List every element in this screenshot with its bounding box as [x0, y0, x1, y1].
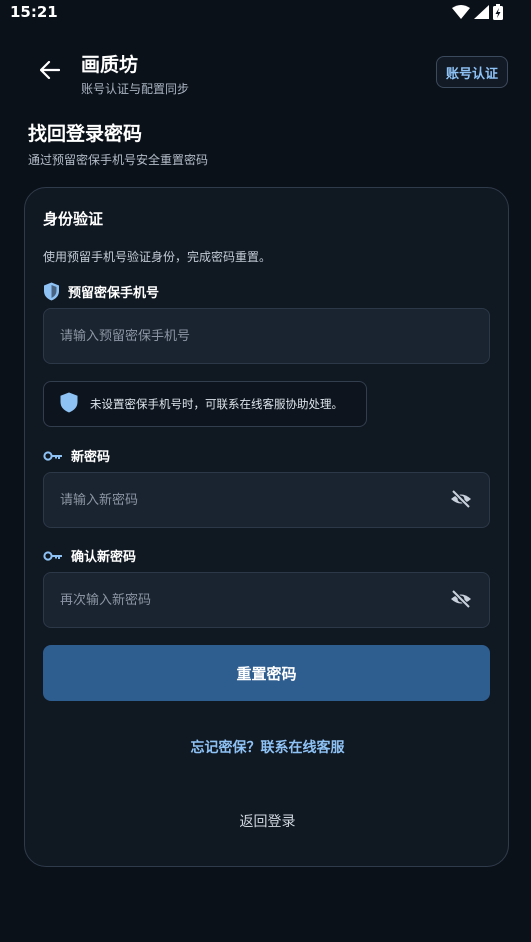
- app-subtitle: 账号认证与配置同步: [81, 82, 190, 96]
- back-button[interactable]: [36, 58, 64, 86]
- new-password-input-container: [43, 472, 490, 528]
- toggle-visibility-button[interactable]: [449, 489, 473, 513]
- account-verify-button[interactable]: 账号认证: [436, 56, 508, 88]
- new-password-label: 新密码: [43, 446, 110, 465]
- arrow-left-icon: [39, 60, 61, 83]
- wifi-icon: [452, 5, 470, 19]
- new-password-label-text: 新密码: [71, 450, 111, 465]
- confirm-password-label-text: 确认新密码: [71, 550, 137, 565]
- page-title: 找回登录密码: [28, 123, 143, 145]
- key-icon: [43, 550, 63, 562]
- confirm-password-input-container: [43, 572, 490, 628]
- app-title: 画质坊: [81, 54, 139, 76]
- toggle-visibility-button[interactable]: [449, 589, 473, 613]
- status-time: 15:21: [10, 3, 58, 21]
- identity-verification-card: 身份验证 使用预留手机号验证身份，完成密码重置。 预留密保手机号 未设置密保手机…: [24, 187, 509, 867]
- tip-text: 未设置密保手机号时，可联系在线客服协助处理。: [90, 397, 343, 411]
- confirm-password-input[interactable]: [44, 573, 489, 627]
- shield-icon: [60, 392, 78, 417]
- confirm-password-label: 确认新密码: [43, 546, 136, 565]
- reset-password-button[interactable]: 重置密码: [43, 645, 490, 701]
- cellular-signal-icon: [474, 5, 489, 19]
- key-icon: [43, 450, 63, 462]
- back-to-login-link[interactable]: 返回登录: [25, 811, 510, 831]
- eye-off-icon: [450, 489, 472, 512]
- contact-support-link[interactable]: 忘记密保？联系在线客服: [25, 737, 510, 757]
- phone-field-label: 预留密保手机号: [43, 282, 159, 301]
- page-subtitle: 通过预留密保手机号安全重置密码: [28, 153, 209, 167]
- battery-charging-icon: [493, 4, 503, 20]
- tip-box: 未设置密保手机号时，可联系在线客服协助处理。: [43, 381, 367, 427]
- shield-icon: [43, 282, 60, 301]
- eye-off-icon: [450, 589, 472, 612]
- status-icons: [452, 4, 503, 20]
- phone-input-container: [43, 308, 490, 364]
- phone-label-text: 预留密保手机号: [68, 286, 160, 301]
- phone-input[interactable]: [44, 309, 489, 363]
- new-password-input[interactable]: [44, 473, 489, 527]
- card-description: 使用预留手机号验证身份，完成密码重置。: [43, 250, 272, 264]
- card-title: 身份验证: [43, 210, 104, 228]
- status-bar: 15:21: [0, 0, 531, 26]
